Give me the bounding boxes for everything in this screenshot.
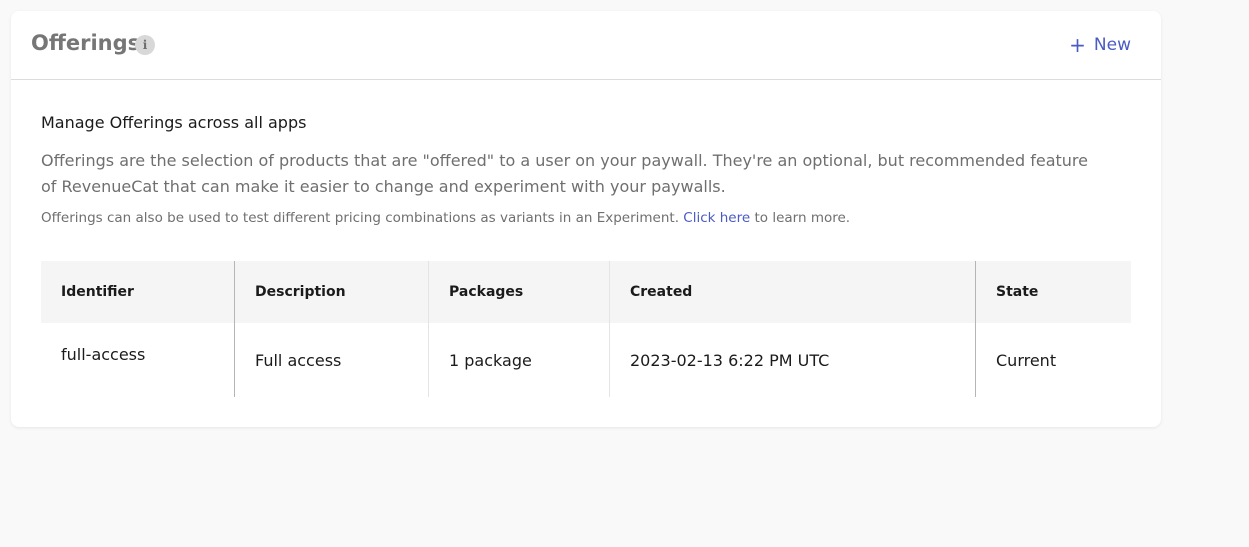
learn-more-link[interactable]: Click here bbox=[683, 210, 750, 226]
column-header-state[interactable]: State bbox=[975, 261, 1131, 323]
new-button-label: New bbox=[1093, 35, 1131, 55]
note-prefix: Offerings can also be used to test diffe… bbox=[41, 210, 679, 226]
cell-state: Current bbox=[975, 323, 1131, 397]
cell-packages: 1 package bbox=[428, 323, 609, 397]
table-header-row: Identifier Description Packages Created … bbox=[41, 261, 1131, 323]
note-suffix: to learn more. bbox=[754, 210, 851, 226]
offerings-table: Identifier Description Packages Created … bbox=[41, 261, 1131, 397]
table-row[interactable]: full-access Full access 1 package 2023-0… bbox=[41, 323, 1131, 397]
column-header-created[interactable]: Created bbox=[609, 261, 975, 323]
cell-identifier: full-access bbox=[61, 345, 146, 364]
card-header: Offerings i + New bbox=[11, 11, 1161, 80]
column-header-description[interactable]: Description bbox=[234, 261, 428, 323]
plus-icon: + bbox=[1069, 33, 1086, 57]
column-header-packages[interactable]: Packages bbox=[428, 261, 609, 323]
page-title: Offerings bbox=[31, 31, 141, 55]
column-header-identifier[interactable]: Identifier bbox=[41, 261, 234, 323]
section-description: Offerings are the selection of products … bbox=[41, 151, 1088, 196]
info-icon[interactable]: i bbox=[135, 35, 155, 55]
section-heading: Manage Offerings across all apps bbox=[41, 113, 307, 132]
section-note: Offerings can also be used to test diffe… bbox=[41, 210, 850, 226]
cell-created: 2023-02-13 6:22 PM UTC bbox=[609, 323, 975, 397]
cell-description: Full access bbox=[234, 323, 428, 397]
offerings-card: Offerings i + New Manage Offerings acros… bbox=[11, 11, 1161, 427]
new-offering-button[interactable]: + New bbox=[1069, 35, 1131, 55]
